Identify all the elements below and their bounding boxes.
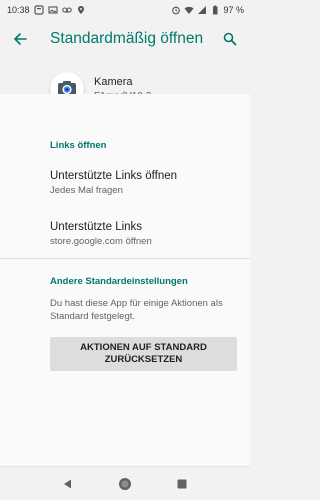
- home-circle-icon: [118, 477, 131, 490]
- back-button[interactable]: [0, 20, 40, 58]
- recents-square-icon: [177, 479, 187, 488]
- arrow-back-icon: [14, 33, 27, 45]
- app-bar: Standardmäßig öffnen: [0, 20, 250, 58]
- supported-links-value: store.google.com öffnen: [50, 236, 152, 247]
- image-icon: [47, 5, 58, 15]
- search-button[interactable]: [210, 20, 250, 58]
- supported-links-title: Unterstützte Links: [50, 221, 143, 233]
- app-name: Kamera: [94, 76, 133, 88]
- nav-recents-button[interactable]: [170, 472, 194, 496]
- battery-icon: [210, 5, 220, 15]
- alarm-icon: [171, 5, 181, 15]
- divider: [0, 258, 250, 259]
- reset-defaults-button-label: AKTIONEN AUF STANDARD ZURÜCKSETZEN: [80, 342, 207, 365]
- status-bar: 10:38 97 %: [0, 0, 250, 20]
- page-title: Standardmäßig öffnen: [50, 30, 204, 47]
- signal-icon: [197, 5, 207, 15]
- back-triangle-icon: [64, 479, 72, 488]
- search-icon: [223, 32, 237, 46]
- open-supported-links-value: Jedes Mal fragen: [50, 185, 123, 196]
- reset-defaults-button[interactable]: AKTIONEN AUF STANDARD ZURÜCKSETZEN: [50, 337, 237, 371]
- location-icon: [76, 5, 86, 15]
- section-header-defaults: Andere Standardeinstellungen: [50, 276, 188, 287]
- section-header-links: Links öffnen: [50, 140, 107, 151]
- defaults-description: Du hast diese App für einige Aktionen al…: [50, 298, 223, 322]
- notification-icon: [33, 5, 44, 15]
- status-right: 97 %: [171, 5, 244, 15]
- nav-back-button[interactable]: [56, 472, 80, 496]
- status-left: 10:38: [7, 5, 86, 15]
- navigation-bar: [0, 466, 250, 500]
- nav-home-button[interactable]: [113, 472, 137, 496]
- wifi-icon: [184, 5, 194, 15]
- settings-content: Links öffnen Unterstützte Links öffnen J…: [0, 94, 250, 466]
- status-time: 10:38: [7, 5, 30, 15]
- voicemail-icon: [61, 5, 72, 15]
- open-supported-links-title: Unterstützte Links öffnen: [50, 170, 177, 182]
- battery-percent: 97 %: [223, 5, 244, 15]
